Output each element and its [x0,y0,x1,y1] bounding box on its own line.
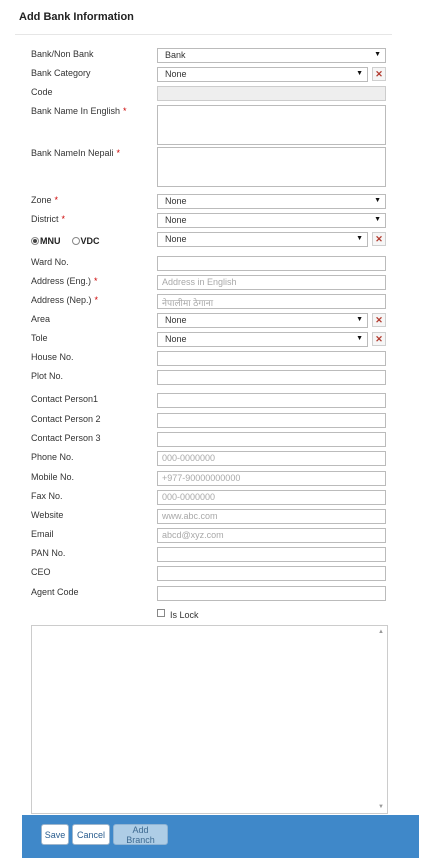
code-label: Code [31,87,53,97]
chevron-down-icon: ▼ [356,235,363,242]
mobile-no-input[interactable]: +977-90000000000 [157,471,386,486]
bank-name-english-textarea[interactable] [157,105,386,145]
district-label: District * [31,214,65,224]
pan-no-label: PAN No. [31,548,66,558]
mnu-radio-label: MNU [40,236,61,246]
required-marker: * [123,106,127,116]
vdc-radio[interactable] [71,237,80,245]
contact-person3-input[interactable] [157,432,386,447]
website-label: Website [31,510,64,520]
mnu-radio[interactable] [31,237,39,245]
contact-person1-input[interactable] [157,393,386,408]
municipality-select[interactable]: None ▼ [157,232,368,247]
address-nep-label-text: Address (Nep.) [31,295,92,305]
bank-name-nepali-label: Bank NameIn Nepali * [31,148,120,158]
tole-value: None [165,334,187,344]
chevron-down-icon: ▼ [356,335,363,342]
chevron-down-icon: ▼ [374,216,381,223]
code-field [157,86,386,101]
ward-no-input[interactable] [157,256,386,271]
agent-code-input[interactable] [157,586,386,601]
bank-name-nepali-label-text: Bank NameIn Nepali [31,148,114,158]
bank-type-select[interactable]: Bank ▼ [157,48,386,63]
bank-type-value: Bank [165,50,186,60]
ward-no-label: Ward No. [31,257,69,267]
bank-category-value: None [165,69,187,79]
ceo-input[interactable] [157,566,386,581]
website-input[interactable]: www.abc.com [157,509,386,524]
required-marker: * [116,148,121,158]
plot-no-label: Plot No. [31,371,64,381]
municipality-value: None [165,234,187,244]
title-divider [15,34,392,35]
fax-no-input[interactable]: 000-0000000 [157,490,386,505]
house-no-input[interactable] [157,351,386,366]
district-value: None [165,215,187,225]
required-marker: * [94,276,98,286]
chevron-down-icon: ▼ [374,197,381,204]
fax-no-label: Fax No. [31,491,63,501]
tole-label: Tole [31,333,48,343]
address-nep-label: Address (Nep.) * [31,295,98,305]
tools-icon[interactable]: ✕ [372,332,386,346]
zone-value: None [165,196,187,206]
plot-no-input[interactable] [157,370,386,385]
address-eng-label: Address (Eng.) * [31,276,98,286]
details-textarea[interactable]: ▲ ▼ [31,625,388,814]
bank-name-english-label-text: Bank Name In English [31,106,121,116]
vdc-radio-label: VDC [80,236,100,246]
is-lock-checkbox[interactable] [157,609,165,617]
address-nep-input[interactable]: नेपालीमा ठेगाना [157,294,386,309]
page-title: Add Bank Information [19,11,134,23]
tools-icon[interactable]: ✕ [372,313,386,327]
bank-category-select[interactable]: None ▼ [157,67,368,82]
agent-code-label: Agent Code [31,587,79,597]
house-no-label: House No. [31,352,74,362]
cancel-button[interactable]: Cancel [72,824,110,845]
tools-icon[interactable]: ✕ [372,67,386,81]
mobile-no-label: Mobile No. [31,472,75,482]
area-label: Area [31,314,51,324]
save-button[interactable]: Save [41,824,69,845]
required-marker: * [61,214,66,224]
form-footer: Save Cancel Add Branch [22,815,419,858]
add-branch-button[interactable]: Add Branch [113,824,168,845]
zone-label-text: Zone [31,195,52,205]
chevron-down-icon: ▼ [356,70,363,77]
chevron-down-icon: ▼ [356,316,363,323]
pan-no-input[interactable] [157,547,386,562]
contact-person1-label: Contact Person1 [31,394,99,404]
phone-no-label: Phone No. [31,452,74,462]
area-value: None [165,315,187,325]
phone-no-input[interactable]: 000-0000000 [157,451,386,466]
scroll-down-icon[interactable]: ▼ [378,804,384,810]
zone-select[interactable]: None ▼ [157,194,386,209]
contact-person3-label: Contact Person 3 [31,433,101,443]
bank-type-label: Bank/Non Bank [31,49,94,59]
tools-icon[interactable]: ✕ [372,232,386,246]
district-label-text: District [31,214,59,224]
district-select[interactable]: None ▼ [157,213,386,228]
bank-name-english-label: Bank Name In English * [31,106,127,116]
municipality-radio-group: MNU VDC [31,236,100,246]
scroll-up-icon[interactable]: ▲ [378,629,384,635]
zone-label: Zone * [31,195,58,205]
tole-select[interactable]: None ▼ [157,332,368,347]
address-eng-input[interactable]: Address in English [157,275,386,290]
email-input[interactable]: abcd@xyz.com [157,528,386,543]
address-eng-label-text: Address (Eng.) [31,276,92,286]
bank-category-label: Bank Category [31,68,91,78]
area-select[interactable]: None ▼ [157,313,368,328]
email-label: Email [31,529,54,539]
chevron-down-icon: ▼ [374,51,381,58]
contact-person2-input[interactable] [157,413,386,428]
required-marker: * [94,295,99,305]
ceo-label: CEO [31,567,51,577]
contact-person2-label: Contact Person 2 [31,414,101,424]
bank-name-nepali-textarea[interactable] [157,147,386,187]
is-lock-label: Is Lock [170,610,199,620]
required-marker: * [54,195,59,205]
